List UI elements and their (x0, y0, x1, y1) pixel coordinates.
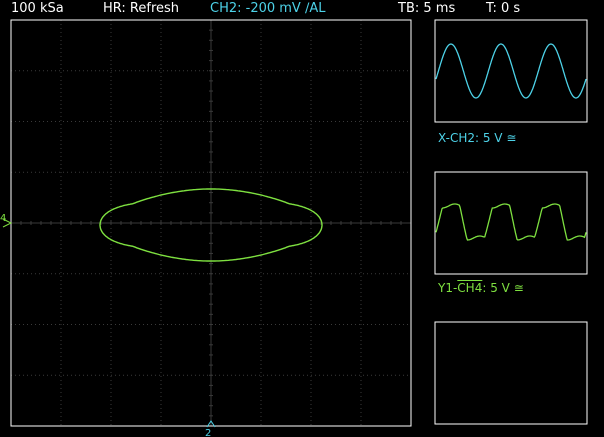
subwindow-empty-frame[interactable] (434, 321, 588, 425)
subwindow-ch4-frame[interactable] (434, 171, 588, 275)
subwindow-ch4-label: Y1-CH4: 5 V ≅ (438, 281, 524, 295)
ch2-marker-label: 2 (205, 428, 211, 437)
subwindow-ch2-frame[interactable] (434, 19, 588, 123)
ch4-marker-label: 4 (0, 213, 6, 224)
main-grid (10, 19, 412, 427)
ch2-marker[interactable]: 2 (205, 420, 216, 437)
ch4-marker[interactable]: 4 (0, 213, 13, 228)
scope-canvas: 4 2 (0, 19, 588, 437)
subwindow-ch2-label: X-CH2: 5 V ≅ (438, 131, 517, 145)
